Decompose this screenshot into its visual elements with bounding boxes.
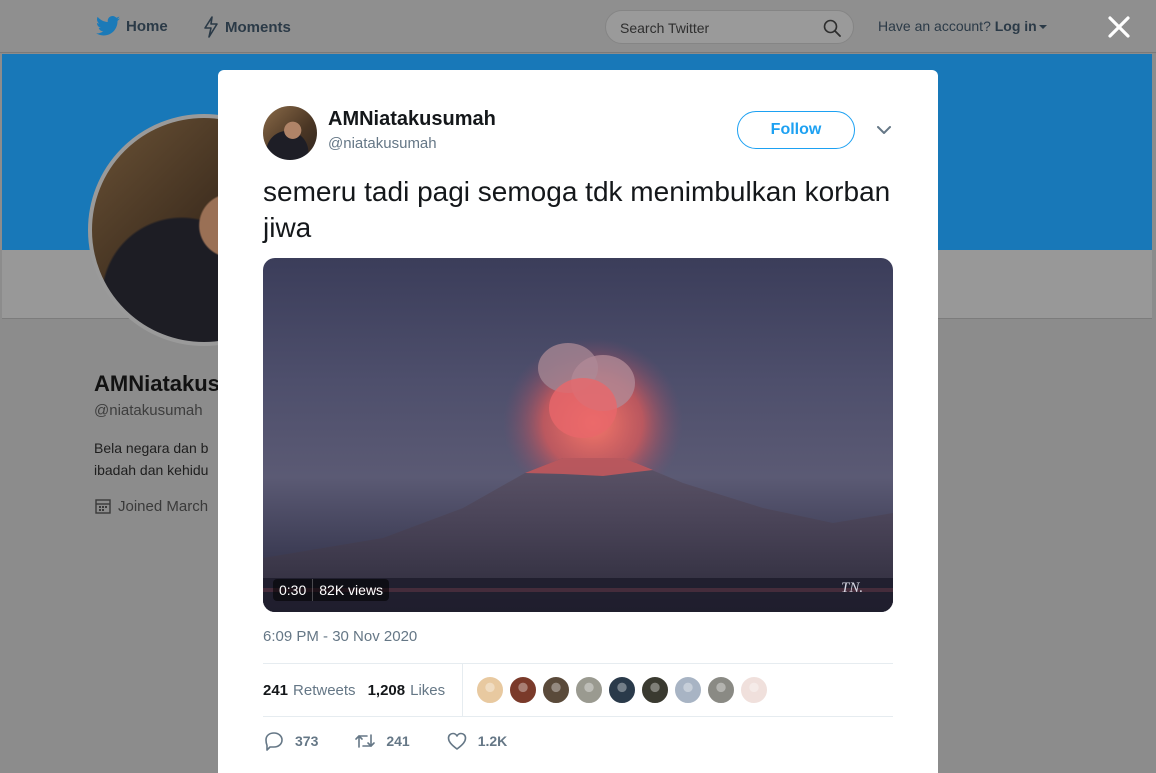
calendar-icon <box>95 499 111 514</box>
joined-text: Joined March <box>118 497 209 515</box>
tweet-modal: AMNiatakusumah @niatakusumah Follow seme… <box>218 70 938 773</box>
like-button[interactable]: 1.2K <box>446 730 508 752</box>
twitter-bird-icon <box>96 16 120 36</box>
liker-avatar[interactable] <box>575 676 603 704</box>
nav-moments[interactable]: Moments <box>203 16 291 38</box>
author-name[interactable]: AMNiatakusumah <box>328 108 496 131</box>
video-info-badge: 0:30 82K views <box>273 579 390 601</box>
author-handle[interactable]: @niatakusumah <box>328 135 437 152</box>
search-input[interactable] <box>620 18 810 38</box>
profile-joined: Joined March <box>94 497 220 515</box>
liker-avatar[interactable] <box>740 676 768 704</box>
account-prompt: Have an account? Log in <box>878 18 1047 34</box>
liker-avatar[interactable] <box>707 676 735 704</box>
reply-icon <box>265 732 283 751</box>
retweets-label[interactable]: Retweets <box>293 682 356 699</box>
profile-handle: @niatakusumah <box>94 402 203 419</box>
profile-bio-line: Bela negara dan b <box>94 440 209 456</box>
retweet-count: 241 <box>386 733 410 749</box>
tweet-stats: 241 Retweets 1,208 Likes <box>263 663 893 717</box>
tweet-video[interactable]: 0:30 82K views TN. <box>263 258 893 612</box>
video-watermark: TN. <box>841 580 864 596</box>
like-count: 1.2K <box>477 733 508 749</box>
profile-bio-line: ibadah dan kehidu <box>94 462 209 478</box>
liker-avatar[interactable] <box>674 676 702 704</box>
profile-name: AMNiatakus <box>94 371 220 396</box>
nav-home[interactable]: Home <box>96 16 168 36</box>
caret-down-icon[interactable] <box>1038 25 1047 30</box>
liker-avatars <box>476 676 768 704</box>
tweet-text: semeru tadi pagi semoga tdk menimbulkan … <box>263 176 891 243</box>
tweet-actions: 373 241 1.2K <box>263 730 893 752</box>
top-navigation-bar: Home Moments Have an account? Log in <box>0 0 1156 53</box>
retweet-icon <box>355 734 376 748</box>
retweets-count[interactable]: 241 <box>263 682 288 699</box>
video-views: 82K views <box>313 579 390 601</box>
volcano-video-frame <box>263 338 893 612</box>
nav-moments-label: Moments <box>225 18 291 36</box>
search-box[interactable] <box>605 10 854 44</box>
login-link[interactable]: Log in <box>995 18 1037 34</box>
video-duration: 0:30 <box>273 579 314 601</box>
have-account-text: Have an account? <box>878 18 991 34</box>
nav-home-label: Home <box>126 17 168 35</box>
reply-button[interactable]: 373 <box>263 730 318 752</box>
retweet-button[interactable]: 241 <box>354 730 410 752</box>
tweet-timestamp[interactable]: 6:09 PM - 30 Nov 2020 <box>263 628 417 645</box>
liker-avatar[interactable] <box>476 676 504 704</box>
follow-button[interactable]: Follow <box>737 111 855 149</box>
likes-count[interactable]: 1,208 <box>368 682 406 699</box>
close-icon[interactable] <box>1104 12 1134 42</box>
author-avatar[interactable] <box>263 106 317 160</box>
liker-avatar[interactable] <box>542 676 570 704</box>
liker-avatar[interactable] <box>641 676 669 704</box>
profile-bio: Bela negara dan b ibadah dan kehidu <box>94 437 224 481</box>
engagement-counts: 241 Retweets 1,208 Likes <box>263 664 463 716</box>
liker-avatar[interactable] <box>608 676 636 704</box>
lightning-icon <box>204 16 218 38</box>
reply-count: 373 <box>295 733 319 749</box>
likes-label[interactable]: Likes <box>410 682 445 699</box>
search-icon[interactable] <box>823 19 841 37</box>
heart-icon <box>447 732 467 750</box>
chevron-down-icon[interactable] <box>874 122 894 138</box>
liker-avatar[interactable] <box>509 676 537 704</box>
